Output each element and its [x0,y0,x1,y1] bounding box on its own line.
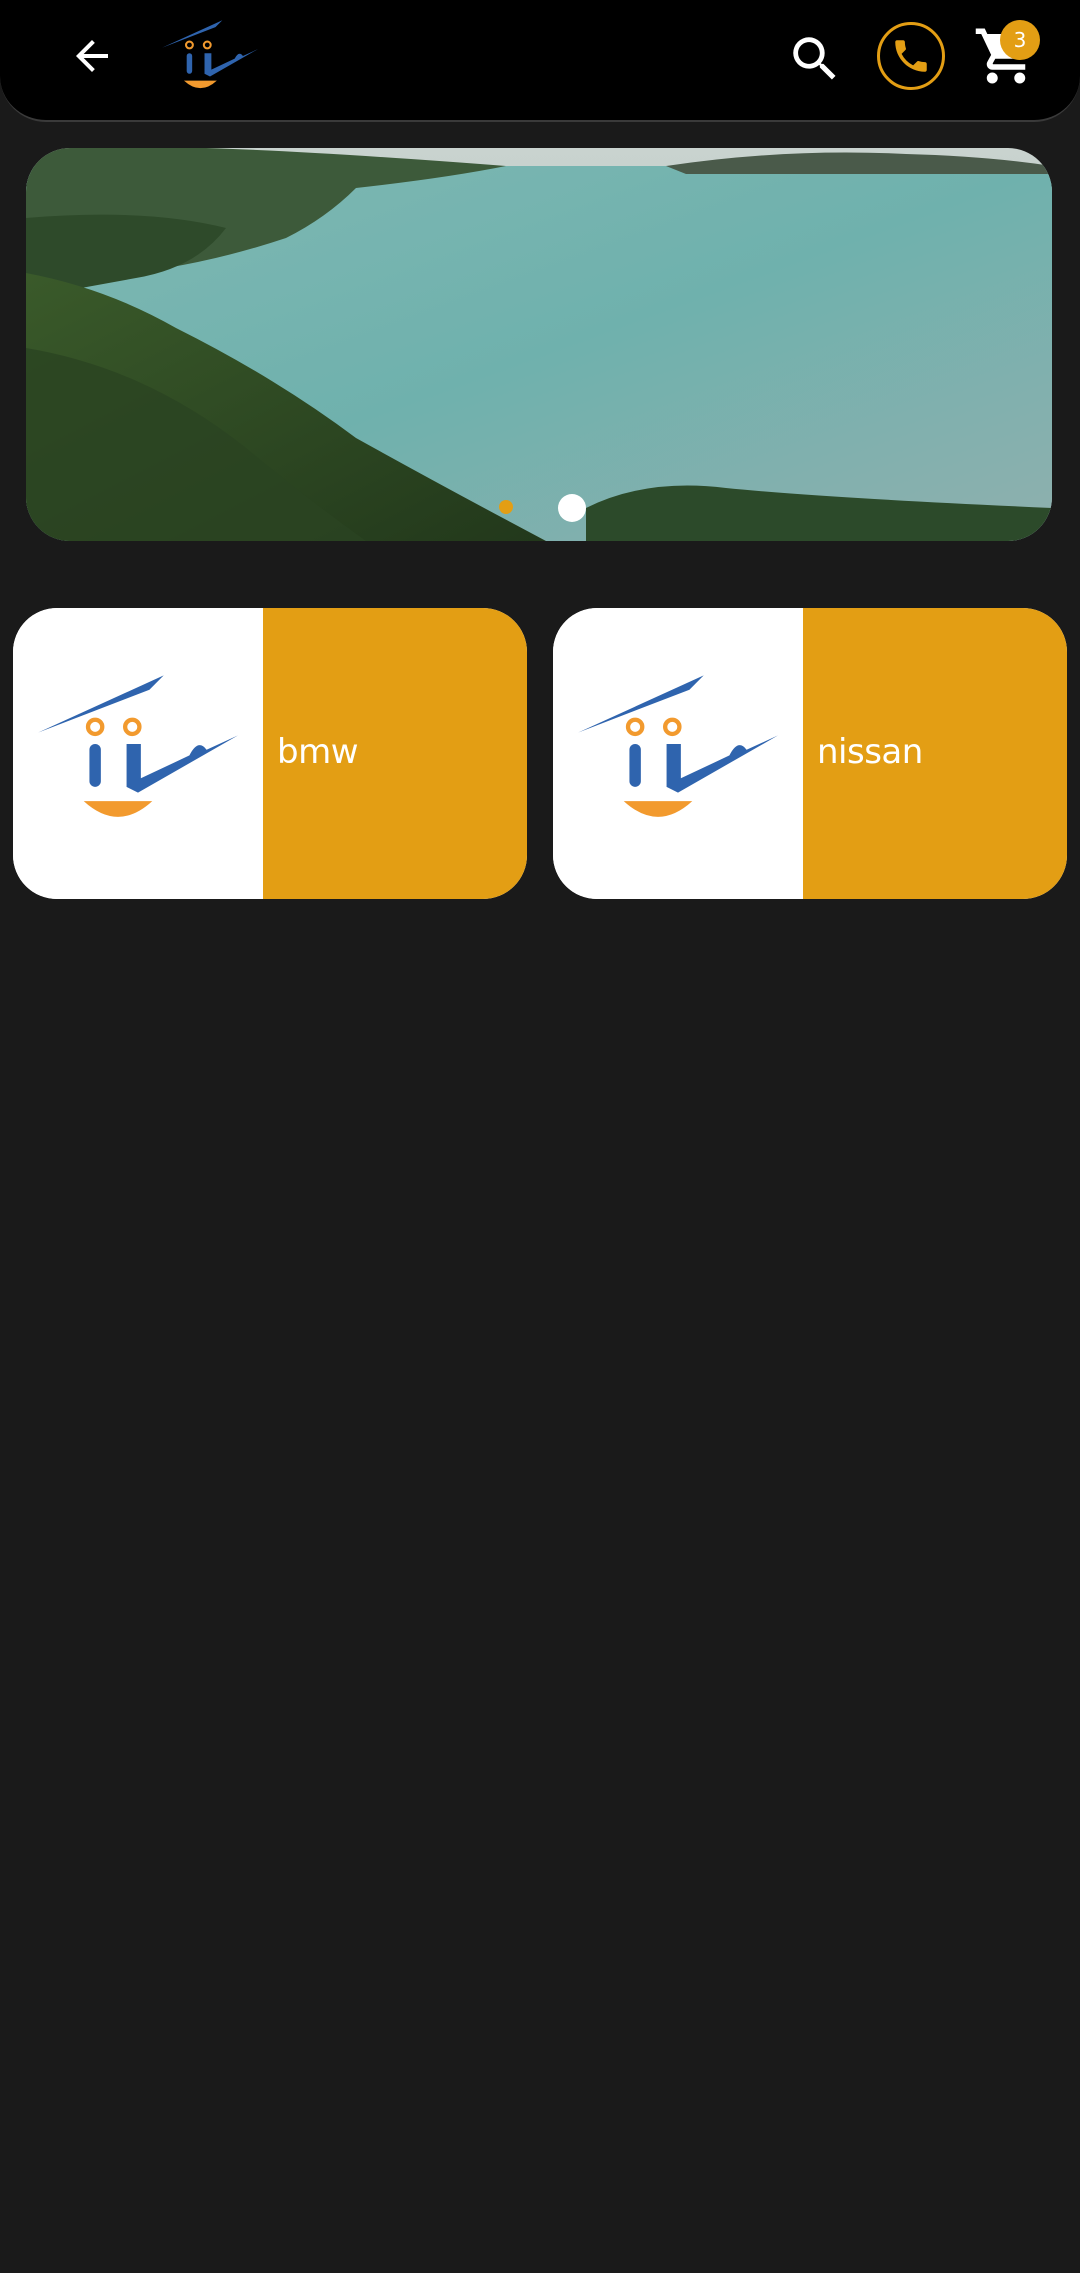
app-bar: 3 [0,0,1080,122]
brand-card-label: nissan [817,732,923,772]
brand-card[interactable]: bmw [13,608,527,899]
phone-icon [895,40,927,72]
brand-card[interactable]: nissan [553,608,1067,899]
search-button[interactable] [778,22,852,96]
app-logo [160,18,260,98]
arrow-left-icon [76,40,108,72]
banner-carousel[interactable] [26,148,1052,541]
search-icon [793,37,836,80]
carousel-dot-active[interactable] [558,494,586,522]
brand-card-logo [13,608,263,899]
brand-logo-icon [578,674,778,817]
back-button[interactable] [58,22,126,90]
brand-card-logo [553,608,803,899]
brand-logo-icon [162,20,258,89]
brand-logo-icon [38,674,238,817]
brand-card-label-pane: bmw [263,608,527,899]
brand-card-label: bmw [277,732,359,772]
cart-count-badge: 3 [1000,20,1040,60]
banner-image [26,148,1052,541]
carousel-dot[interactable] [499,500,513,514]
phone-button[interactable] [877,22,945,90]
brand-card-label-pane: nissan [803,608,1067,899]
